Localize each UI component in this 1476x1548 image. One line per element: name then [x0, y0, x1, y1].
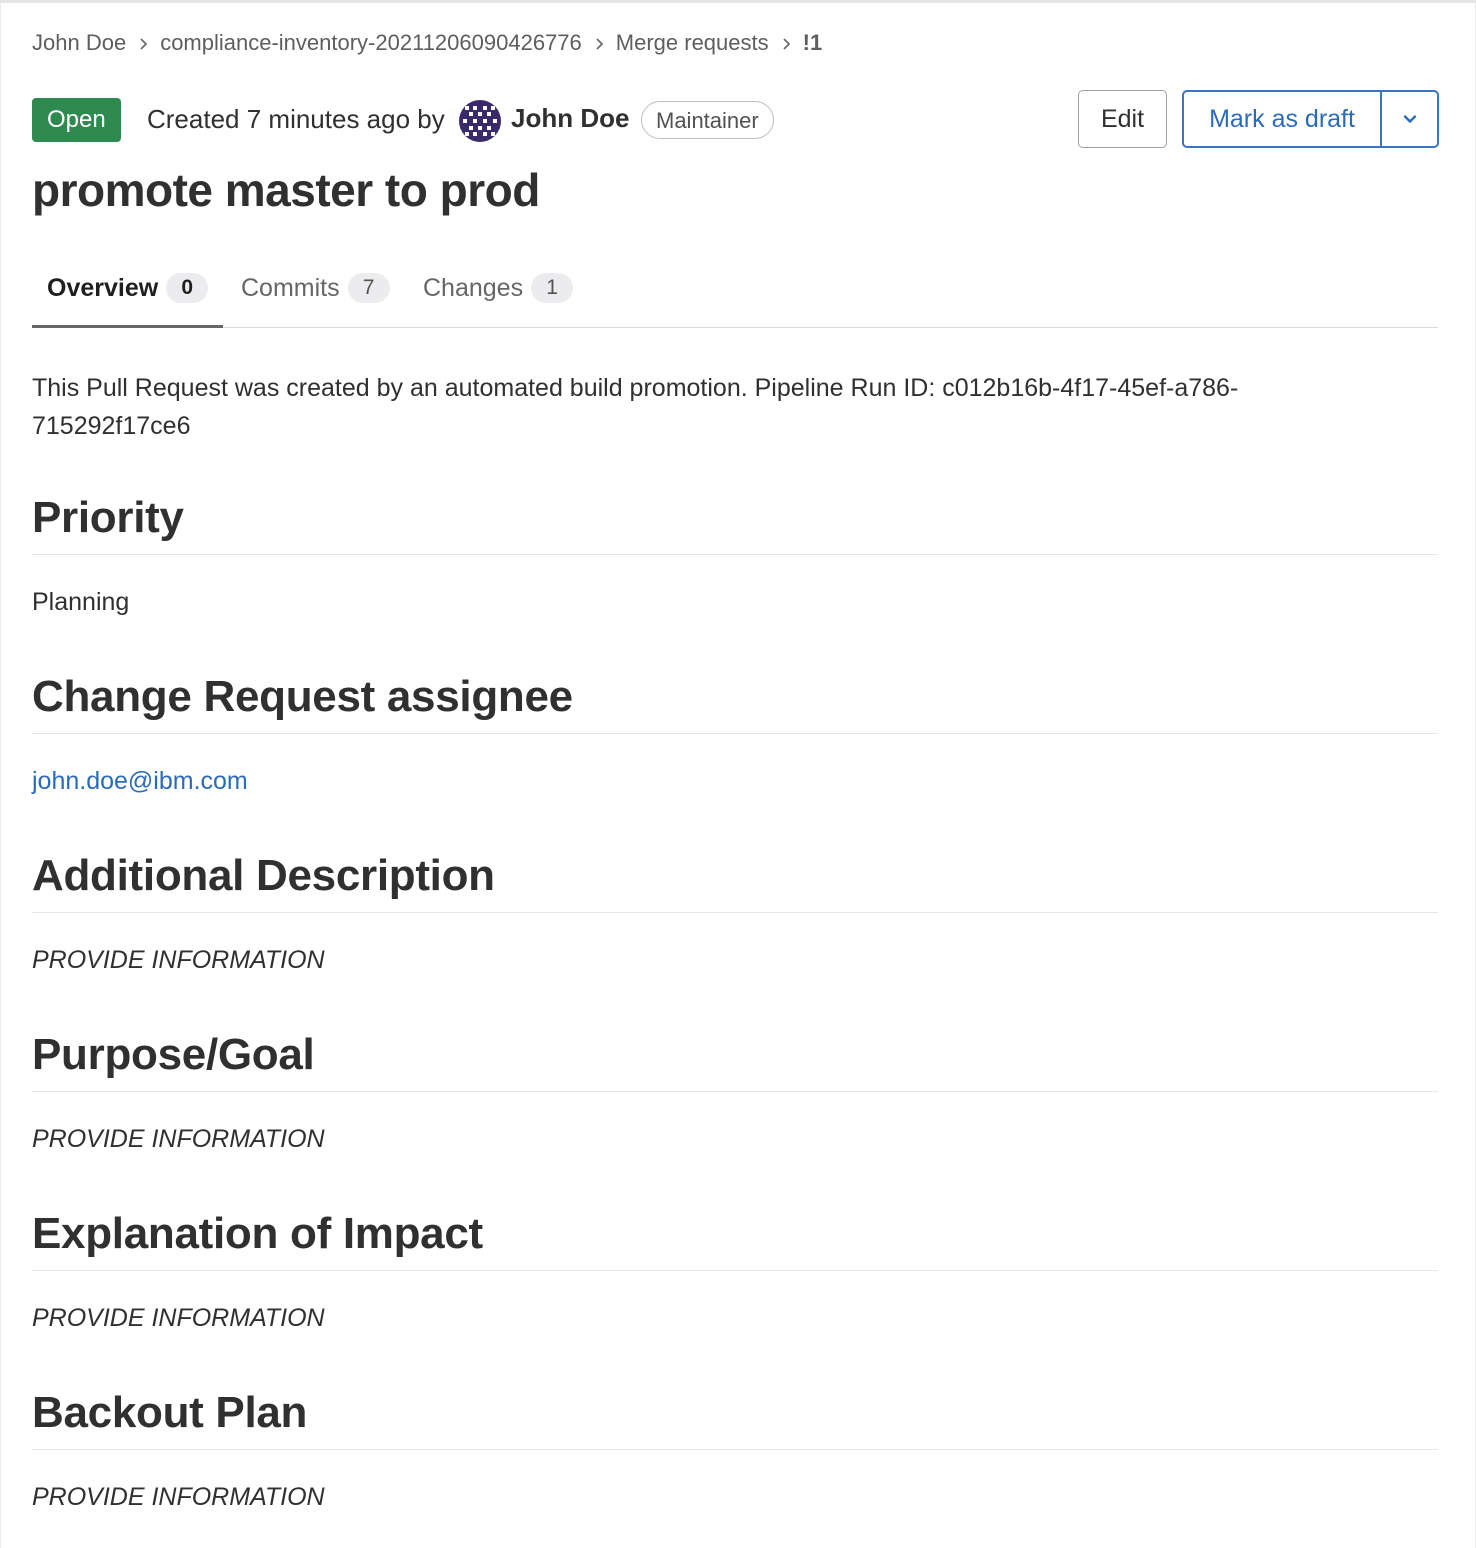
- tab-label: Overview: [47, 273, 159, 302]
- identicon-avatar-icon: [459, 100, 501, 142]
- author-name[interactable]: John Doe: [511, 103, 629, 134]
- chevron-right-icon: [582, 30, 616, 56]
- chevron-right-icon: [126, 30, 160, 56]
- merge-request-page: John Doe compliance-inventory-2021120609…: [0, 0, 1476, 1548]
- page-title: promote master to prod: [32, 164, 540, 216]
- breadcrumb-item-merge-requests[interactable]: Merge requests: [616, 30, 769, 56]
- section-body: PROVIDE INFORMATION: [32, 1304, 325, 1332]
- tab-label: Commits: [241, 273, 340, 302]
- tab-commits[interactable]: Commits 7: [241, 249, 390, 327]
- tab-count-badge: 7: [347, 273, 390, 303]
- edit-button[interactable]: Edit: [1078, 90, 1167, 148]
- tab-count-badge: 1: [531, 273, 574, 303]
- breadcrumb-item-project[interactable]: compliance-inventory-20211206090426776: [160, 30, 582, 56]
- role-badge: Maintainer: [641, 101, 774, 139]
- section-heading: Priority: [32, 490, 1438, 555]
- section-additional-description: Additional Description PROVIDE INFORMATI…: [32, 848, 1438, 974]
- status-badge: Open: [32, 98, 121, 142]
- description-intro: This Pull Request was created by an auto…: [32, 374, 1239, 440]
- chevron-down-icon: [1403, 115, 1416, 123]
- section-heading: Change Request assignee: [32, 669, 1438, 734]
- section-heading: Explanation of Impact: [32, 1206, 1438, 1271]
- section-body: PROVIDE INFORMATION: [32, 1483, 325, 1511]
- mr-header: Open Created 7 minutes ago by John Doe M…: [32, 90, 1439, 152]
- avatar[interactable]: [459, 100, 501, 142]
- section-body: PROVIDE INFORMATION: [32, 1125, 325, 1153]
- breadcrumb-item-current[interactable]: !1: [803, 30, 823, 56]
- section-priority: Priority Planning: [32, 490, 1438, 616]
- mr-tabs: Overview 0 Commits 7 Changes 1: [32, 249, 1438, 328]
- section-heading: Purpose/Goal: [32, 1027, 1438, 1092]
- tab-count-badge: 0: [166, 273, 209, 303]
- section-body: john.doe@ibm.com: [32, 767, 248, 796]
- tab-changes[interactable]: Changes 1: [423, 249, 574, 327]
- section-backout-plan: Backout Plan PROVIDE INFORMATION: [32, 1385, 1438, 1511]
- assignee-email-link[interactable]: john.doe@ibm.com: [32, 767, 248, 795]
- section-heading: Backout Plan: [32, 1385, 1438, 1450]
- section-heading: Additional Description: [32, 848, 1438, 913]
- draft-button-group: Mark as draft: [1182, 90, 1439, 148]
- breadcrumb: John Doe compliance-inventory-2021120609…: [32, 30, 822, 56]
- section-purpose-goal: Purpose/Goal PROVIDE INFORMATION: [32, 1027, 1438, 1153]
- more-actions-dropdown-toggle[interactable]: [1382, 92, 1437, 146]
- created-text: Created 7 minutes ago by: [147, 104, 445, 134]
- chevron-right-icon: [769, 30, 803, 56]
- breadcrumb-item-user[interactable]: John Doe: [32, 30, 126, 56]
- tab-overview[interactable]: Overview 0: [32, 249, 224, 328]
- section-body: Planning: [32, 588, 130, 616]
- section-body: PROVIDE INFORMATION: [32, 946, 325, 974]
- section-explanation-of-impact: Explanation of Impact PROVIDE INFORMATIO…: [32, 1206, 1438, 1332]
- mark-as-draft-button[interactable]: Mark as draft: [1184, 92, 1382, 146]
- tab-label: Changes: [423, 273, 524, 302]
- section-change-request-assignee: Change Request assignee john.doe@ibm.com: [32, 669, 1438, 795]
